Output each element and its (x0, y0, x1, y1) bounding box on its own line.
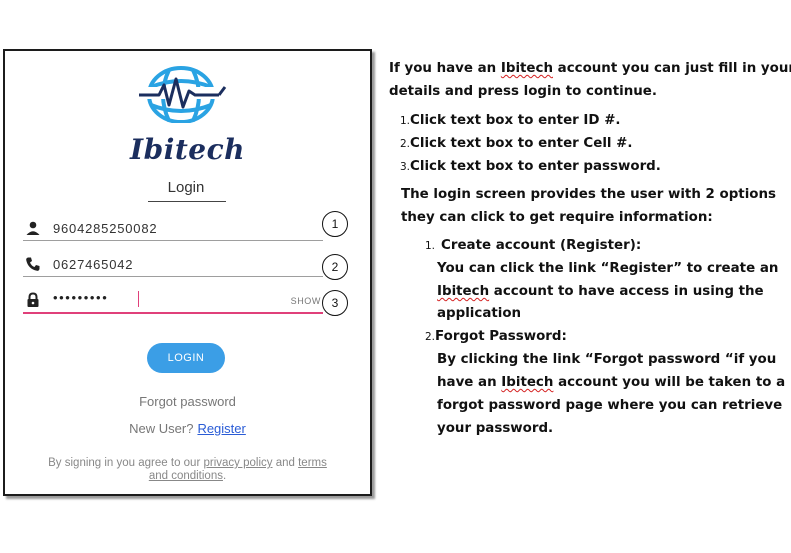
step-3-number: 3. (400, 161, 411, 173)
step-2: 2.Click text box to enter Cell #. (400, 136, 633, 151)
step-1-number: 1. (400, 115, 411, 127)
title-underline (148, 201, 226, 202)
marker-2: 2 (322, 254, 348, 280)
register-link[interactable]: Register (197, 421, 245, 436)
option-2-line2: have an Ibitech account you will be take… (437, 375, 785, 390)
option-2-line4: your password. (437, 421, 554, 436)
login-title: Login (167, 179, 205, 196)
id-value: 9604285250082 (53, 221, 158, 236)
option-2-line2-b: account you will be taken to a (553, 375, 786, 390)
intro-text-b: account you can just fill in your (553, 61, 791, 76)
field-underline (23, 276, 323, 277)
option-1-line2-text: account to have access in using the (489, 284, 764, 299)
option-1-title: 1. Create account (Register): (425, 238, 641, 253)
id-field[interactable]: 9604285250082 (23, 217, 323, 241)
terms-prefix: By signing in you agree to our (48, 457, 201, 469)
step-2-number: 2. (400, 138, 411, 150)
field-underline (23, 312, 323, 314)
intro-line2: details and press login to continue. (389, 84, 657, 99)
option-1-number: 1. (425, 240, 436, 252)
option-2-line2-a: have an (437, 375, 502, 390)
password-field[interactable]: ••••••••• SHOW (23, 289, 323, 314)
options-line2: they can click to get require informatio… (401, 210, 713, 225)
login-screenshot: Ibitech Login 9604285250082 1 0627465042… (3, 49, 372, 496)
option-1-title-text: Create account (Register): (441, 238, 642, 253)
marker-1: 1 (322, 211, 348, 237)
lock-icon (27, 292, 39, 307)
step-1: 1.Click text box to enter ID #. (400, 113, 621, 128)
intro-text-a: If you have an (389, 61, 501, 76)
cell-value: 0627465042 (53, 257, 134, 272)
login-button[interactable]: LOGIN (147, 343, 225, 373)
cell-field[interactable]: 0627465042 (23, 253, 323, 277)
new-user-label: New User? (129, 421, 194, 436)
terms-end: . (222, 470, 227, 482)
step-2-text: Click text box to enter Cell #. (410, 136, 633, 151)
password-value: ••••••••• (53, 290, 109, 305)
globe-logo-icon (139, 66, 227, 123)
option-1-line1: You can click the link “Register” to cre… (437, 261, 779, 276)
intro-line1: If you have an Ibitech account you can j… (389, 61, 791, 76)
option-1-line2: Ibitech account to have access in using … (437, 284, 764, 299)
option-1-brand-word: Ibitech (437, 284, 490, 299)
field-underline (23, 240, 323, 241)
option-1-line3: application (437, 306, 522, 321)
forgot-password-link[interactable]: Forgot password (5, 394, 370, 409)
text-caret (138, 291, 139, 307)
intro-brand-word: Ibitech (500, 61, 553, 76)
option-2-line3: forgot password page where you can retri… (437, 398, 783, 413)
privacy-policy-link[interactable]: privacy policy (203, 457, 272, 469)
step-1-text: Click text box to enter ID #. (410, 113, 621, 128)
new-user-row: New User? Register (5, 421, 370, 436)
show-password-toggle[interactable]: SHOW (291, 296, 321, 306)
option-2-title-text: Forgot Password: (435, 329, 567, 344)
step-3: 3.Click text box to enter password. (400, 159, 661, 174)
option-2-line1: By clicking the link “Forgot password “i… (437, 352, 777, 367)
terms-and: and (275, 457, 295, 469)
options-line1: The login screen provides the user with … (401, 187, 776, 202)
terms-notice: By signing in you agree to our privacy p… (5, 457, 370, 483)
option-2-number: 2. (425, 331, 436, 343)
terms-link-line1[interactable]: terms (298, 457, 327, 469)
phone-icon (26, 257, 40, 271)
brand-name: Ibitech (130, 133, 245, 166)
step-3-text: Click text box to enter password. (410, 159, 661, 174)
terms-link-line2[interactable]: and conditions (149, 470, 223, 482)
option-2-brand-word: Ibitech (501, 375, 554, 390)
option-2-title: 2.Forgot Password: (425, 329, 567, 344)
marker-3: 3 (322, 290, 348, 316)
user-icon (26, 221, 40, 235)
